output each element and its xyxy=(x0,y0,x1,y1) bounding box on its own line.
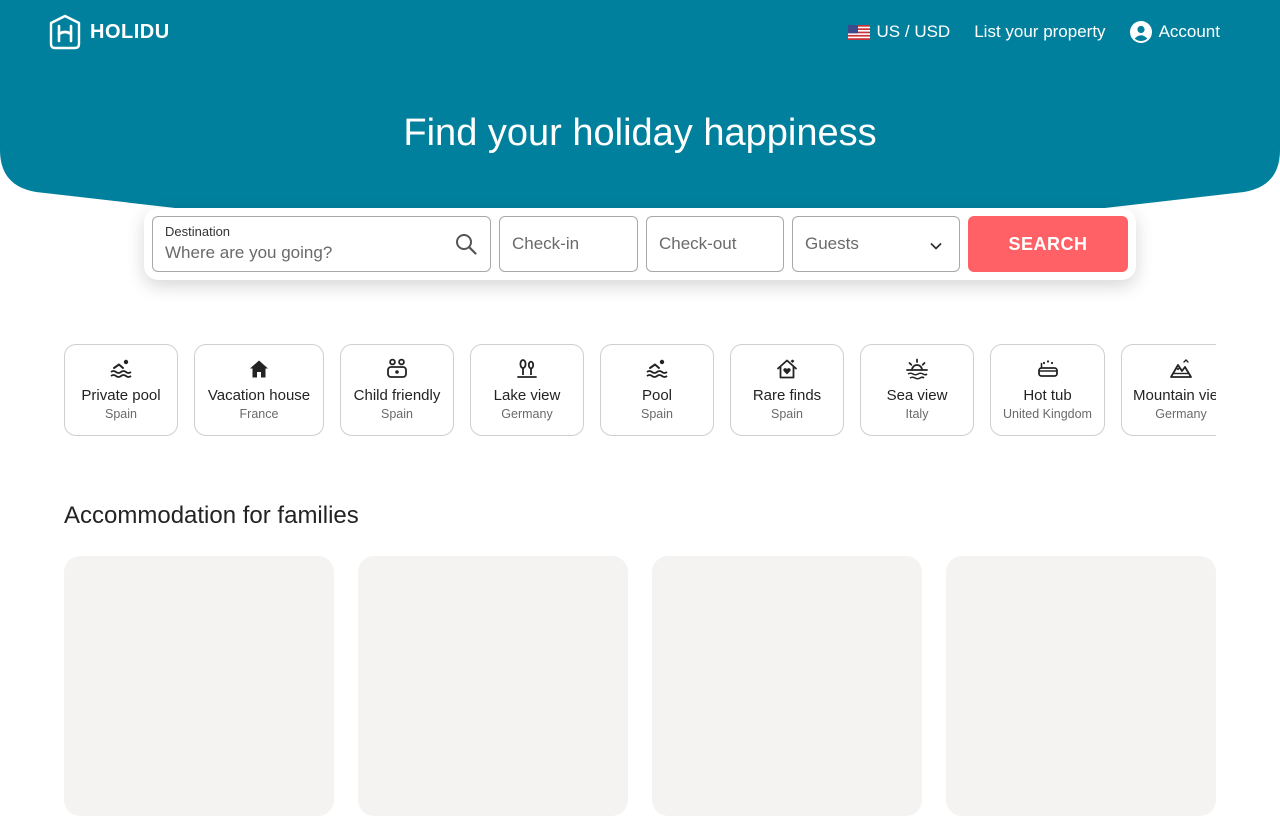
category-label: Lake view xyxy=(493,387,561,404)
accommodation-card-placeholder[interactable] xyxy=(358,556,628,816)
category-pool[interactable]: Pool Spain xyxy=(600,344,714,436)
category-label: Private pool xyxy=(81,387,161,404)
locale-currency-selector[interactable]: US / USD xyxy=(847,22,951,42)
holidu-logo-icon xyxy=(49,14,81,50)
us-flag-icon xyxy=(847,24,870,40)
search-icon xyxy=(456,234,477,255)
guests-placeholder: Guests xyxy=(805,234,859,253)
destination-input[interactable] xyxy=(165,243,435,263)
category-label: Vacation house xyxy=(207,387,311,404)
accommodation-card-placeholder[interactable] xyxy=(652,556,922,816)
list-property-label: List your property xyxy=(974,22,1106,41)
category-private-pool[interactable]: Private pool Spain xyxy=(64,344,178,436)
top-navigation: HOLIDU US / USD List your property Accou… xyxy=(48,14,1220,50)
category-label: Mountain view xyxy=(1133,387,1216,404)
category-sea-view[interactable]: Sea view Italy xyxy=(860,344,974,436)
category-label: Sea view xyxy=(886,387,948,404)
hero-title: Find your holiday happiness xyxy=(403,112,877,154)
family-icon xyxy=(387,358,407,378)
checkout-field[interactable]: Check-out xyxy=(646,216,784,272)
category-label: Hot tub xyxy=(1023,387,1072,404)
category-mountain-view[interactable]: Mountain view Germany xyxy=(1121,344,1216,436)
mountain-icon xyxy=(1170,359,1192,378)
locale-label: US / USD xyxy=(876,22,951,41)
families-section-title: Accommodation for families xyxy=(64,502,359,529)
header-nav: US / USD List your property Account xyxy=(847,21,1220,43)
category-label: Pool xyxy=(641,387,673,404)
chevron-down-icon xyxy=(930,243,942,250)
logo-wordmark: HOLIDU xyxy=(90,20,170,43)
account-label: Account xyxy=(1158,22,1220,41)
category-country: Germany xyxy=(501,407,553,421)
guests-select[interactable]: Guests xyxy=(792,216,960,272)
category-country: Spain xyxy=(105,407,137,421)
category-country: Germany xyxy=(1155,407,1207,421)
search-button[interactable]: SEARCH xyxy=(968,216,1128,272)
destination-field[interactable]: Destination xyxy=(152,216,491,272)
category-strip: Private pool Spain Vacation house France… xyxy=(64,344,1216,436)
category-label: Child friendly xyxy=(353,387,441,404)
category-hot-tub[interactable]: Hot tub United Kingdom xyxy=(990,344,1105,436)
destination-label: Destination xyxy=(165,224,231,239)
category-country: Spain xyxy=(381,407,413,421)
category-rare-finds[interactable]: Rare finds Spain xyxy=(730,344,844,436)
category-country: Spain xyxy=(771,407,803,421)
holidu-logo[interactable]: HOLIDU xyxy=(48,14,170,50)
category-country: Italy xyxy=(905,407,929,421)
list-property-link[interactable]: List your property xyxy=(974,22,1105,42)
sunset-icon xyxy=(906,358,928,380)
lake-icon xyxy=(517,359,537,378)
account-icon xyxy=(1129,21,1152,43)
category-country: United Kingdom xyxy=(1003,407,1092,421)
category-label: Rare finds xyxy=(752,387,822,404)
checkin-field[interactable]: Check-in xyxy=(499,216,638,272)
accommodation-card-placeholder[interactable] xyxy=(64,556,334,816)
house-icon xyxy=(250,360,268,378)
category-country: France xyxy=(239,407,279,421)
swimmer-icon xyxy=(646,359,668,378)
accommodation-card-placeholder[interactable] xyxy=(946,556,1216,816)
search-bar: Destination Check-in Check-out Guests SE… xyxy=(144,208,1136,280)
swimmer-icon xyxy=(110,359,132,378)
house-heart-icon xyxy=(777,359,797,379)
category-lake-view[interactable]: Lake view Germany xyxy=(470,344,584,436)
account-menu[interactable]: Account xyxy=(1129,21,1220,43)
category-child-friendly[interactable]: Child friendly Spain xyxy=(340,344,454,436)
bathtub-icon xyxy=(1037,360,1058,377)
category-country: Spain xyxy=(641,407,673,421)
category-vacation-house[interactable]: Vacation house France xyxy=(194,344,324,436)
checkout-placeholder: Check-out xyxy=(659,234,737,253)
checkin-placeholder: Check-in xyxy=(512,234,580,253)
